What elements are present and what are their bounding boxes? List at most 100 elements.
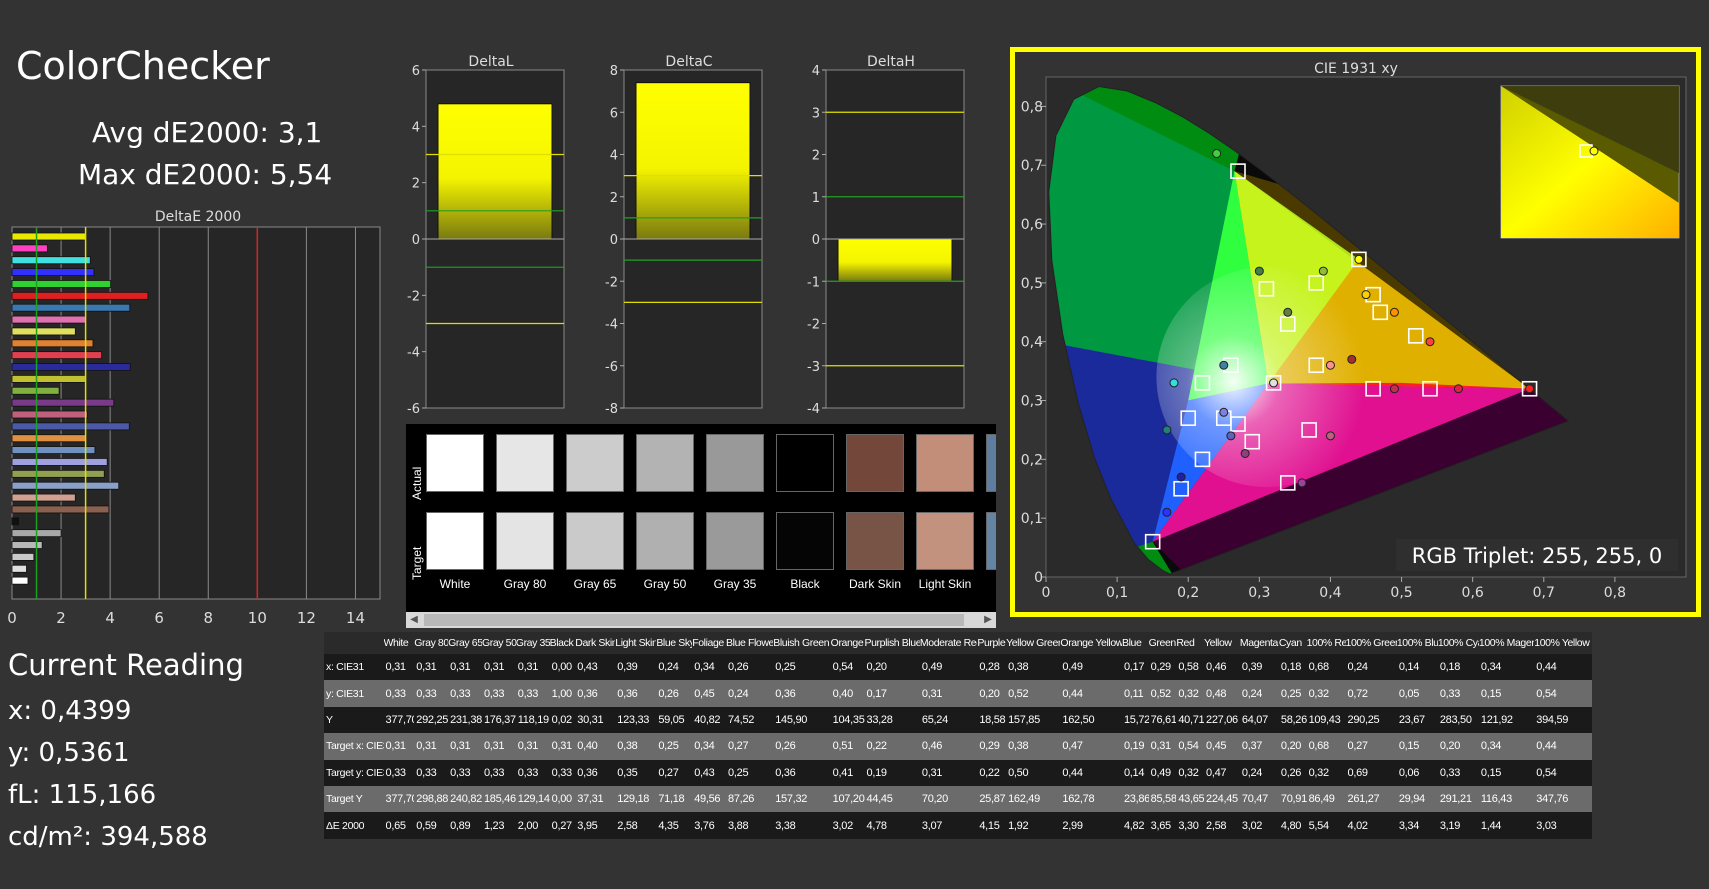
avg-de-stat: Avg dE2000: 3,1 (92, 116, 323, 149)
table-cell: 0,46 (919, 733, 978, 760)
table-cell: 0,11 (1121, 680, 1149, 707)
deltae-bar (11, 458, 108, 466)
deltac-chart: DeltaC 8 6 4 2 0 -2 -4 -6 -8 (605, 54, 763, 417)
table-header-cell: Gray 80 (414, 632, 449, 654)
deltaC-tick-label: 8 (610, 64, 618, 79)
cie-measured-dot (1226, 431, 1236, 441)
table-cell: 0,24 (1239, 759, 1279, 786)
cie-xtick-label: 0,4 (1319, 585, 1341, 601)
scrollbar-thumb[interactable] (424, 614, 964, 626)
table-cell: 240,82 (448, 785, 482, 813)
table-row-label: Target Y (324, 785, 384, 813)
table-cell: 0,25 (1278, 680, 1307, 707)
table-cell: 58,26 (1278, 706, 1307, 734)
table-cell: 0,24 (1239, 680, 1279, 707)
table-cell: 227,06 (1204, 706, 1240, 734)
cie-measured-dot (1176, 472, 1186, 482)
table-cell: 18,58 (977, 706, 1007, 734)
swatch-scrollbar[interactable]: ◀ ▶ (406, 612, 996, 628)
cie-measured-dot (1425, 337, 1435, 347)
cie-ytick-label: 0,1 (1021, 511, 1043, 527)
cie-measured-dot (1219, 360, 1229, 370)
table-cell: 162,50 (1060, 706, 1122, 734)
table-cell: 71,18 (656, 785, 693, 813)
table-cell: 1,23 (481, 812, 516, 839)
cie-measured-dot (1162, 425, 1172, 435)
deltae-bar (11, 552, 35, 561)
table-cell: 4,15 (977, 812, 1007, 839)
deltaL-tick-label: 2 (412, 177, 420, 192)
cie-measured-dot (1254, 266, 1264, 276)
table-cell: 162,78 (1060, 785, 1122, 813)
table-cell: 0,54 (830, 654, 865, 681)
table-cell: 3,95 (575, 812, 616, 839)
table-cell: 0,43 (575, 654, 616, 681)
swatch-target (916, 512, 974, 570)
table-cell: 0,49 (919, 654, 978, 681)
table-cell: 3,65 (1148, 812, 1177, 839)
cie-measured-dot (1525, 384, 1535, 394)
swatch-label: Gray 65 (573, 577, 617, 591)
cie-measured-dot (1325, 431, 1335, 441)
cie-measured-dot (1240, 448, 1250, 458)
table-cell: 292,25 (414, 706, 449, 734)
reading-x: x: 0,4399 (8, 696, 132, 726)
table-cell: 0,52 (1148, 680, 1177, 707)
cie-measured-dot (1169, 378, 1179, 388)
table-cell: 0,44 (1534, 733, 1592, 760)
table-cell: 0,51 (830, 733, 865, 760)
deltae-bar (11, 505, 110, 514)
table-cell: 0,72 (1345, 680, 1397, 707)
deltaH-bar (837, 238, 953, 282)
table-cell: 157,85 (1006, 706, 1061, 734)
scroll-left-icon[interactable]: ◀ (408, 614, 420, 626)
table-cell: 0,32 (1306, 759, 1346, 786)
table-cell: 3,30 (1176, 812, 1205, 839)
cie-ytick-label: 0,7 (1021, 158, 1043, 174)
deltae-bar (11, 363, 131, 371)
table-cell: 0,35 (615, 759, 657, 786)
table-cell: 0,31 (414, 654, 449, 681)
cie-measured-dot (1283, 307, 1293, 317)
table-cell: 0,37 (1239, 733, 1279, 760)
deltal-chart: DeltaL 6 4 2 0 -2 -4 -6 (407, 54, 565, 417)
table-cell: 3,34 (1396, 812, 1438, 839)
deltaC-tick-label: 0 (610, 233, 618, 248)
target-label: Target (410, 546, 424, 580)
deltae-bar (11, 268, 95, 276)
table-cell: 0,44 (1060, 680, 1122, 707)
cie-measured-dot (1162, 507, 1172, 517)
table-cell: 0,58 (1176, 654, 1205, 681)
max-de-stat: Max dE2000: 5,54 (78, 158, 333, 191)
deltae-bar (11, 434, 87, 443)
table-cell: 0,33 (448, 759, 482, 786)
deltae-bar (11, 410, 88, 419)
cie-xtick-label: 0,7 (1533, 585, 1555, 601)
deltae-tick-label: 0 (7, 609, 17, 627)
table-cell: 0,22 (864, 733, 920, 760)
swatch-target (566, 512, 624, 570)
table-cell: 347,76 (1534, 785, 1592, 813)
deltae-bar (11, 576, 29, 585)
table-cell: 0,33 (414, 680, 449, 707)
scroll-right-icon[interactable]: ▶ (982, 614, 994, 626)
table-cell: 87,26 (726, 785, 774, 813)
deltae-bar (11, 564, 27, 573)
table-cell: 0,27 (726, 733, 774, 760)
swatch-actual (846, 434, 904, 492)
cie-ytick-label: 0,3 (1021, 394, 1043, 410)
table-cell: 0,24 (726, 680, 774, 707)
deltae-bar (11, 422, 130, 431)
table-cell: 0,38 (1006, 654, 1061, 681)
table-cell: 0,68 (1306, 733, 1346, 760)
table-cell: 0,33 (383, 680, 415, 707)
table-cell: 0,36 (575, 759, 616, 786)
table-cell: 49,56 (692, 785, 727, 813)
table-cell: 0,33 (481, 759, 516, 786)
table-cell: 0,38 (1006, 733, 1061, 760)
table-cell: 0,17 (864, 680, 920, 707)
deltaH-tick-label: 2 (812, 149, 820, 164)
table-row: Target Y 377,70 298,88 240,82 185,46 129,14 0,… (324, 785, 1592, 813)
deltae-bar (11, 303, 131, 312)
table-cell: 0,33 (515, 759, 550, 786)
